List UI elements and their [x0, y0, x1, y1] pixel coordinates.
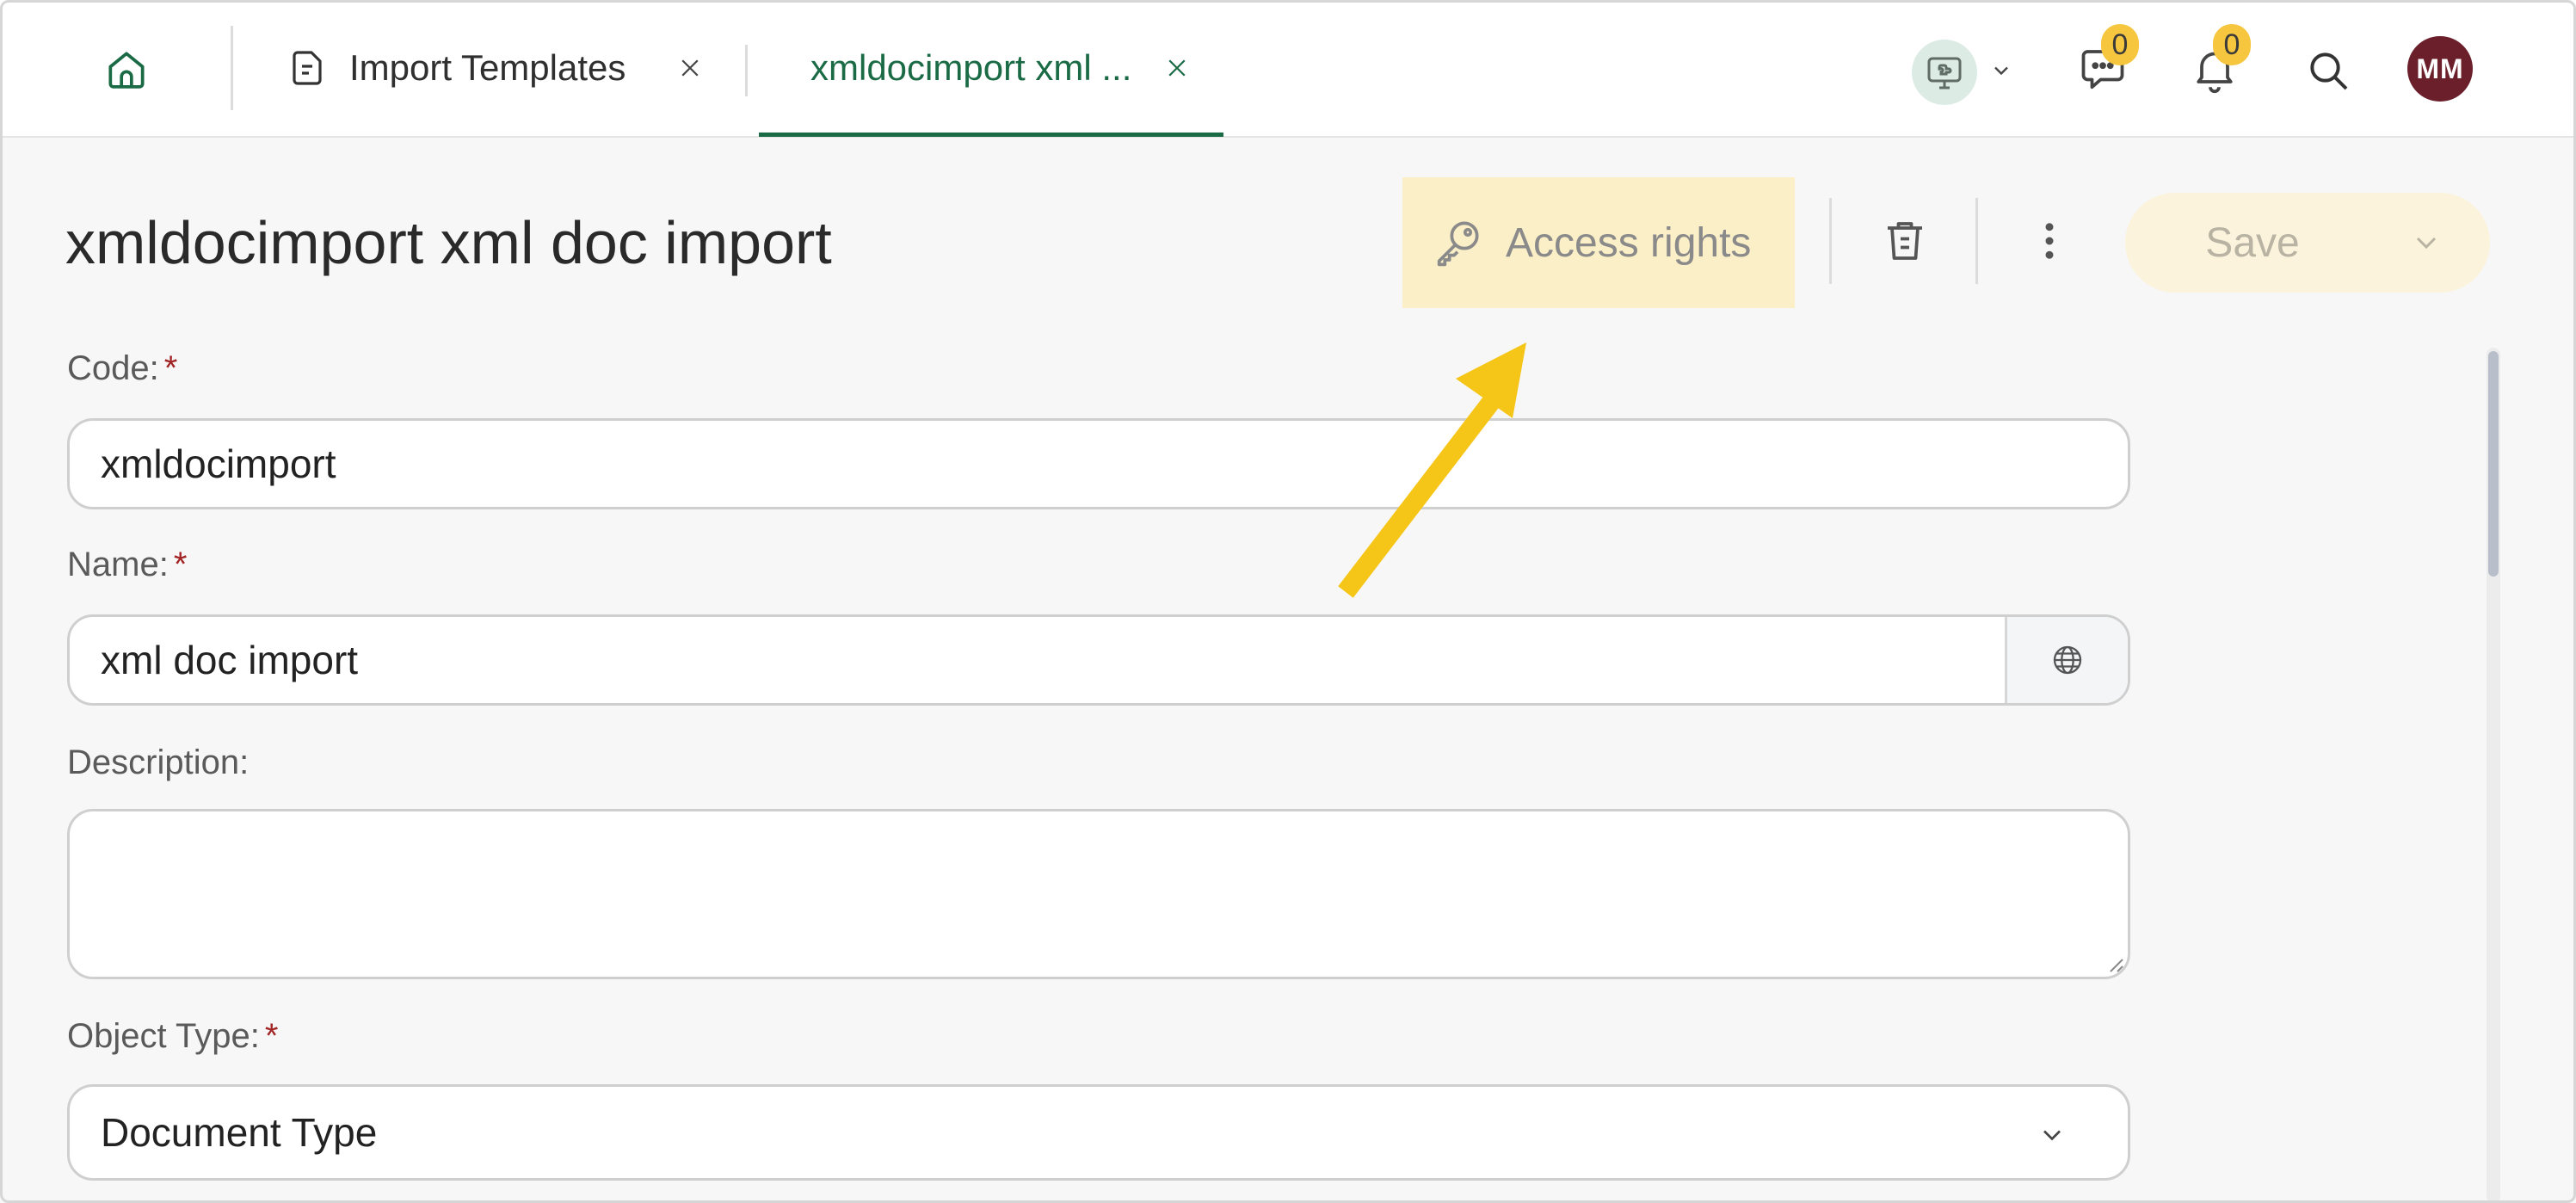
- chevron-down-icon[interactable]: [1984, 53, 2018, 88]
- chat-count-badge: 0: [2101, 24, 2139, 65]
- divider: [745, 45, 748, 96]
- more-options-button[interactable]: [2018, 210, 2080, 272]
- delete-button[interactable]: [1874, 210, 1936, 272]
- tab-import-templates[interactable]: Import Templates: [287, 0, 709, 136]
- access-rights-label: Access rights: [1506, 219, 1752, 266]
- trash-icon: [1888, 222, 1922, 260]
- object-type-select[interactable]: Document Type: [67, 1084, 2130, 1181]
- document-icon: [287, 47, 329, 89]
- object-type-value: Document Type: [101, 1110, 378, 1155]
- name-field[interactable]: xml doc import: [67, 614, 2130, 706]
- divider: [1829, 198, 1832, 284]
- tab-label: xmldocimport xml ...: [810, 47, 1132, 88]
- object-type-label: Object Type: *: [67, 1017, 278, 1056]
- top-bar: Import Templates xmldocimport xml ... 0: [0, 0, 2576, 138]
- close-tab-icon[interactable]: [1160, 51, 1194, 85]
- workspace-switcher-button[interactable]: [1912, 40, 1977, 105]
- chevron-down-icon: [2043, 1130, 2061, 1141]
- home-icon: [108, 52, 145, 89]
- required-mark: *: [163, 349, 178, 387]
- name-value: xml doc import: [101, 638, 359, 682]
- home-button[interactable]: [96, 40, 157, 100]
- save-label: Save: [2205, 219, 2300, 266]
- chevron-down-icon[interactable]: [2409, 225, 2444, 260]
- scrollbar-thumb[interactable]: [2488, 351, 2499, 577]
- save-button[interactable]: Save: [2125, 193, 2490, 293]
- code-field[interactable]: xmldocimport: [67, 418, 2130, 509]
- code-label: Code: *: [67, 349, 177, 388]
- workspace-icon: [1927, 57, 1962, 89]
- description-label-text: Description:: [67, 743, 250, 781]
- tab-label: Import Templates: [349, 47, 626, 88]
- required-mark: *: [264, 1017, 279, 1055]
- description-field[interactable]: [67, 809, 2130, 979]
- more-vertical-icon: [2045, 223, 2054, 259]
- required-mark: *: [173, 546, 188, 583]
- key-icon: [1437, 221, 1479, 267]
- search-button[interactable]: [2296, 38, 2361, 103]
- window-frame: [0, 0, 2576, 1203]
- annotation-arrow-icon: [1338, 342, 1526, 598]
- chat-button[interactable]: 0: [2072, 24, 2139, 100]
- code-label-text: Code:: [67, 349, 159, 387]
- tab-xmldocimport[interactable]: xmldocimport xml ...: [759, 0, 1223, 137]
- close-tab-icon[interactable]: [673, 51, 707, 85]
- translations-button[interactable]: [2005, 617, 2128, 703]
- name-label: Name: *: [67, 546, 187, 584]
- description-label: Description:: [67, 743, 249, 782]
- page-title: xmldocimport xml doc import: [65, 209, 832, 276]
- notifications-count-badge: 0: [2213, 24, 2251, 65]
- divider: [1975, 198, 1978, 284]
- search-icon: [2310, 52, 2348, 90]
- name-label-text: Name:: [67, 546, 169, 583]
- notifications-button[interactable]: 0: [2184, 24, 2251, 100]
- resize-handle-icon[interactable]: [2107, 956, 2124, 973]
- object-type-label-text: Object Type:: [67, 1017, 260, 1055]
- access-rights-button[interactable]: Access rights: [1402, 177, 1795, 308]
- globe-icon: [2053, 645, 2082, 675]
- divider: [231, 26, 233, 110]
- code-value: xmldocimport: [101, 441, 336, 486]
- avatar[interactable]: MM: [2407, 36, 2473, 102]
